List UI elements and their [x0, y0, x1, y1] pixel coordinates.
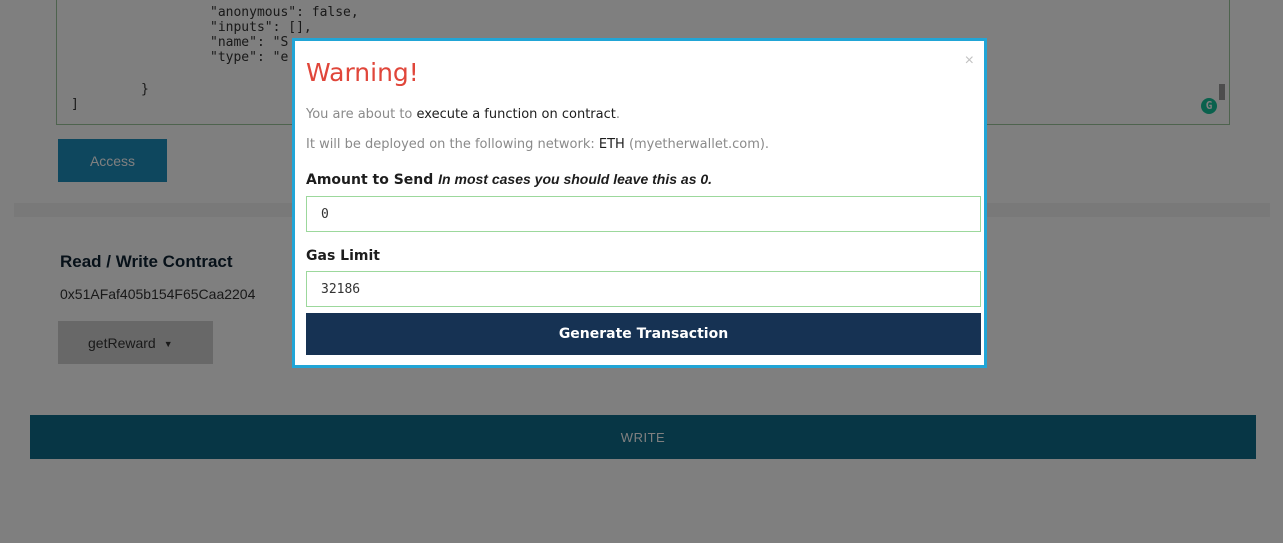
- close-icon[interactable]: ×: [965, 53, 974, 69]
- network-notice: It will be deployed on the following net…: [306, 137, 769, 152]
- warning-modal: × Warning! You are about to execute a fu…: [292, 38, 987, 368]
- execute-notice: You are about to execute a function on c…: [306, 107, 620, 122]
- network-text: (myetherwallet.com).: [624, 137, 770, 152]
- amount-label: Amount to Send In most cases you should …: [306, 171, 712, 188]
- amount-label-text: Amount to Send: [306, 172, 434, 188]
- notice-text: .: [615, 107, 621, 122]
- network-name: ETH: [598, 137, 625, 152]
- network-text: It will be deployed on the following net…: [306, 137, 599, 152]
- gas-limit-input[interactable]: [306, 271, 981, 307]
- notice-emphasis: execute a function on contract: [416, 107, 616, 122]
- gas-limit-label: Gas Limit: [306, 248, 380, 264]
- amount-hint: In most cases you should leave this as 0…: [438, 171, 713, 187]
- generate-transaction-button[interactable]: Generate Transaction: [306, 313, 981, 355]
- amount-input[interactable]: [306, 196, 981, 232]
- modal-title: Warning!: [306, 58, 419, 87]
- notice-text: You are about to: [306, 107, 417, 122]
